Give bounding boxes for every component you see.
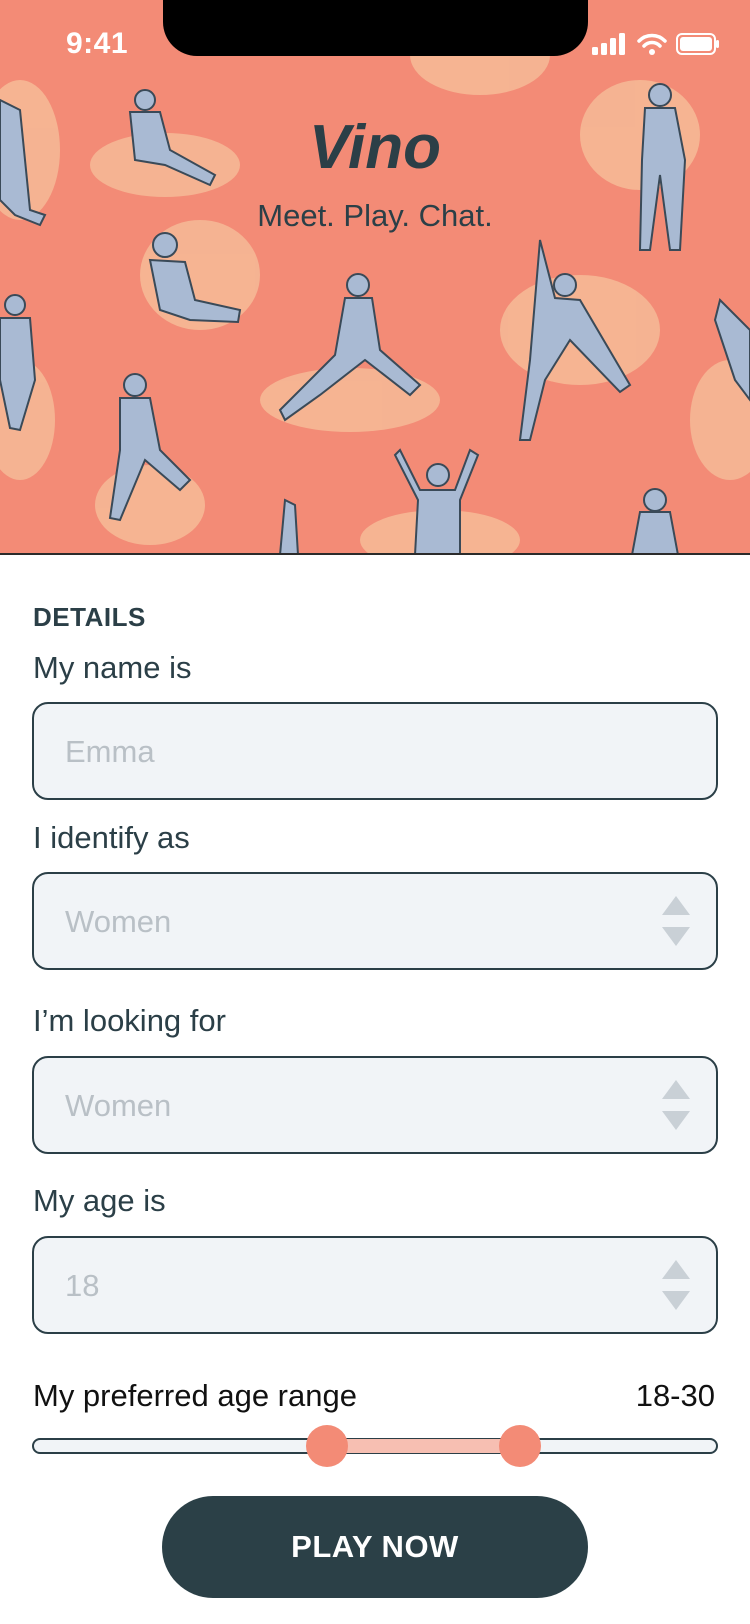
name-placeholder: Emma xyxy=(65,734,155,769)
up-down-arrows-icon xyxy=(662,896,690,946)
looking-for-select[interactable]: Women xyxy=(32,1056,718,1154)
up-down-arrows-icon xyxy=(662,1260,690,1310)
age-stepper[interactable]: 18 xyxy=(32,1236,718,1334)
identity-label: I identify as xyxy=(33,820,190,855)
name-input[interactable]: Emma xyxy=(32,702,718,800)
wifi-icon xyxy=(637,33,667,55)
hero-banner: 9:41 Vino Meet. Play. Chat. xyxy=(0,0,750,555)
looking-for-value: Women xyxy=(65,1088,172,1123)
device-notch xyxy=(163,0,588,56)
signal-icon xyxy=(592,33,625,55)
age-label: My age is xyxy=(33,1183,166,1218)
section-title: DETAILS xyxy=(33,602,146,632)
age-range-label: My preferred age range xyxy=(33,1378,357,1413)
identity-select[interactable]: Women xyxy=(32,872,718,970)
age-range-selected xyxy=(327,1439,520,1453)
status-time: 9:41 xyxy=(66,27,129,60)
app-title: Vino xyxy=(308,113,442,182)
illustration-people xyxy=(0,15,750,553)
age-range-min-handle[interactable] xyxy=(306,1425,348,1467)
app-tagline: Meet. Play. Chat. xyxy=(257,198,493,233)
age-range-max-handle[interactable] xyxy=(499,1425,541,1467)
status-icons xyxy=(592,33,720,55)
up-down-arrows-icon xyxy=(662,1080,690,1130)
age-value: 18 xyxy=(65,1268,100,1303)
battery-icon xyxy=(676,33,719,55)
identity-value: Women xyxy=(65,904,172,939)
play-now-button[interactable]: PLAY NOW xyxy=(162,1496,588,1598)
looking-for-label: I’m looking for xyxy=(33,1003,226,1038)
name-label: My name is xyxy=(33,650,192,685)
age-range-value: 18-30 xyxy=(635,1378,715,1413)
